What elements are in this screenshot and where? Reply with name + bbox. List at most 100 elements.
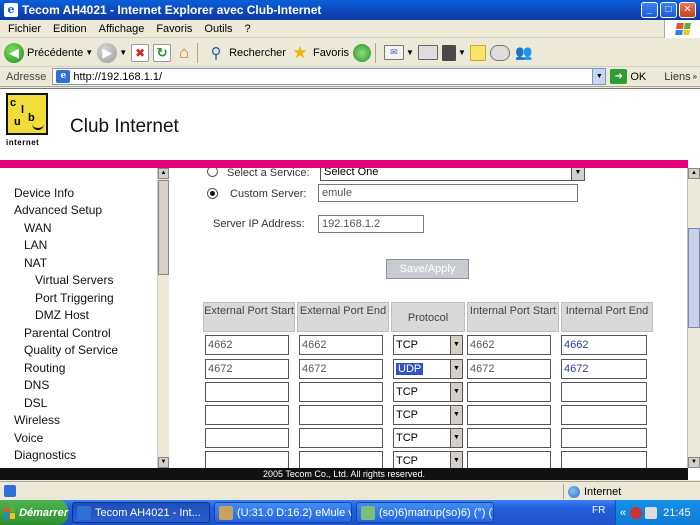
sidebar-item-advanced-setup[interactable]: Advanced Setup <box>14 203 102 217</box>
scroll-up-icon[interactable]: ▲ <box>688 168 700 179</box>
int-start-input[interactable] <box>467 428 551 448</box>
ext-end-input[interactable] <box>299 382 383 402</box>
home-button[interactable]: ⌂ <box>175 41 193 65</box>
favorites-button[interactable]: ★ Favoris <box>290 41 349 65</box>
sidebar-scroll-thumb[interactable] <box>158 180 169 275</box>
int-start-input[interactable]: 4672 <box>467 359 551 379</box>
menu-edit[interactable]: Edition <box>47 23 93 35</box>
scroll-down-icon[interactable]: ▼ <box>158 457 169 468</box>
discuss-button[interactable] <box>469 41 486 65</box>
protocol-select[interactable]: TCP ▼ <box>393 428 463 448</box>
taskbar-item-ie[interactable]: Tecom AH4021 - Int... <box>72 502 210 523</box>
ext-start-input[interactable] <box>205 428 289 448</box>
chevron-down-icon[interactable]: ▼ <box>592 69 606 84</box>
ext-start-input[interactable] <box>205 382 289 402</box>
language-indicator[interactable]: FR <box>592 505 605 516</box>
int-start-input[interactable] <box>467 382 551 402</box>
sidebar-scrollbar[interactable]: ▲ ▼ <box>157 168 169 468</box>
sidebar-item-port-triggering[interactable]: Port Triggering <box>35 291 114 305</box>
int-end-input[interactable]: 4662 <box>561 335 647 355</box>
menu-favorites[interactable]: Favoris <box>150 23 198 35</box>
go-button[interactable]: ➜ OK <box>610 69 646 84</box>
page-scrollbar[interactable]: ▲ ▼ <box>687 168 700 468</box>
custom-server-radio[interactable] <box>207 188 218 199</box>
sidebar-item-virtual-servers[interactable]: Virtual Servers <box>35 273 113 287</box>
page-scroll-thumb[interactable] <box>688 228 700 328</box>
ext-end-input[interactable]: 4662 <box>299 335 383 355</box>
ext-end-input[interactable]: 4672 <box>299 359 383 379</box>
int-end-input[interactable] <box>561 451 647 468</box>
sidebar-item-device-info[interactable]: Device Info <box>14 186 74 200</box>
int-start-input[interactable] <box>467 405 551 425</box>
close-button[interactable]: ✕ <box>679 2 696 18</box>
menu-help[interactable]: ? <box>239 23 257 35</box>
sidebar-item-wireless[interactable]: Wireless <box>14 413 60 427</box>
volume-icon[interactable] <box>645 506 658 519</box>
int-end-input[interactable] <box>561 428 647 448</box>
forward-button[interactable]: ▶ ▼ <box>97 41 127 65</box>
stop-button[interactable]: ✖ <box>131 41 150 65</box>
search-button[interactable]: ⚲ Rechercher <box>206 41 286 65</box>
protocol-select[interactable]: TCP ▼ <box>393 382 463 402</box>
sidebar-item-parental-control[interactable]: Parental Control <box>24 326 111 340</box>
messenger-button[interactable] <box>489 41 510 65</box>
taskbar-item-messenger[interactable]: (so)6)matrup(so)6) (°) (°) ... <box>356 502 494 523</box>
protocol-select[interactable]: TCP ▼ <box>393 335 463 355</box>
int-end-input[interactable] <box>561 405 647 425</box>
media-button[interactable] <box>353 41 372 65</box>
sidebar-item-dsl[interactable]: DSL <box>24 396 47 410</box>
ext-end-input[interactable] <box>299 428 383 448</box>
sidebar-item-wan[interactable]: WAN <box>24 221 52 235</box>
int-start-input[interactable]: 4662 <box>467 335 551 355</box>
maximize-button[interactable]: □ <box>660 2 677 18</box>
sidebar-item-nat[interactable]: NAT <box>24 256 47 270</box>
links-button[interactable]: Liens <box>664 71 690 83</box>
contacts-button[interactable]: 👥 <box>514 41 534 65</box>
back-button[interactable]: ◀ Précédente ▼ <box>4 41 93 65</box>
chevron-double-icon[interactable]: » <box>693 72 697 81</box>
ext-start-input[interactable] <box>205 451 289 468</box>
service-select[interactable]: Select One ▼ <box>320 168 585 181</box>
print-button[interactable] <box>417 41 438 65</box>
sidebar-item-dns[interactable]: DNS <box>24 378 49 392</box>
int-end-input[interactable] <box>561 382 647 402</box>
select-service-radio[interactable] <box>207 168 218 177</box>
mail-button[interactable]: ✉ ▼ <box>384 41 414 65</box>
sidebar-item-lan[interactable]: LAN <box>24 238 47 252</box>
int-start-input[interactable] <box>467 451 551 468</box>
sidebar-item-diagnostics[interactable]: Diagnostics <box>14 448 76 462</box>
int-end-input[interactable]: 4672 <box>561 359 647 379</box>
ext-end-input[interactable] <box>299 405 383 425</box>
ext-start-input[interactable]: 4662 <box>205 335 289 355</box>
tray-expand-icon[interactable]: « <box>620 507 626 519</box>
protocol-select[interactable]: UDP ▼ <box>393 359 463 379</box>
ext-start-input[interactable] <box>205 405 289 425</box>
chevron-down-icon[interactable]: ▼ <box>406 48 414 57</box>
custom-server-input[interactable]: emule <box>318 184 578 202</box>
start-button[interactable]: Démarrer <box>0 500 68 525</box>
chevron-down-icon[interactable]: ▼ <box>458 48 466 57</box>
address-input[interactable]: e http://192.168.1.1/ ▼ <box>52 68 607 85</box>
sidebar-item-dmz-host[interactable]: DMZ Host <box>35 308 89 322</box>
chevron-down-icon[interactable]: ▼ <box>119 48 127 57</box>
ext-end-input[interactable] <box>299 451 383 468</box>
antivirus-icon[interactable] <box>630 506 643 519</box>
protocol-select[interactable]: TCP ▼ <box>393 451 463 468</box>
server-ip-input[interactable]: 192.168.1.2 <box>318 215 424 233</box>
refresh-button[interactable]: ↻ <box>153 41 172 65</box>
save-apply-button[interactable]: Save/Apply <box>386 259 469 279</box>
menu-tools[interactable]: Outils <box>198 23 238 35</box>
scroll-down-icon[interactable]: ▼ <box>688 457 700 468</box>
menu-file[interactable]: Fichier <box>0 23 47 35</box>
scroll-up-icon[interactable]: ▲ <box>158 168 169 179</box>
edit-button[interactable]: ▼ <box>441 41 466 65</box>
ext-start-input[interactable]: 4672 <box>205 359 289 379</box>
taskbar-item-emule[interactable]: (U:31.0 D:16.2) eMule v0.... <box>214 502 352 523</box>
sidebar-item-quality-of-service[interactable]: Quality of Service <box>24 343 118 357</box>
protocol-select[interactable]: TCP ▼ <box>393 405 463 425</box>
sidebar-item-routing[interactable]: Routing <box>24 361 65 375</box>
minimize-button[interactable]: _ <box>641 2 658 18</box>
menu-view[interactable]: Affichage <box>93 23 151 35</box>
chevron-down-icon[interactable]: ▼ <box>85 48 93 57</box>
sidebar-item-voice[interactable]: Voice <box>14 431 43 445</box>
